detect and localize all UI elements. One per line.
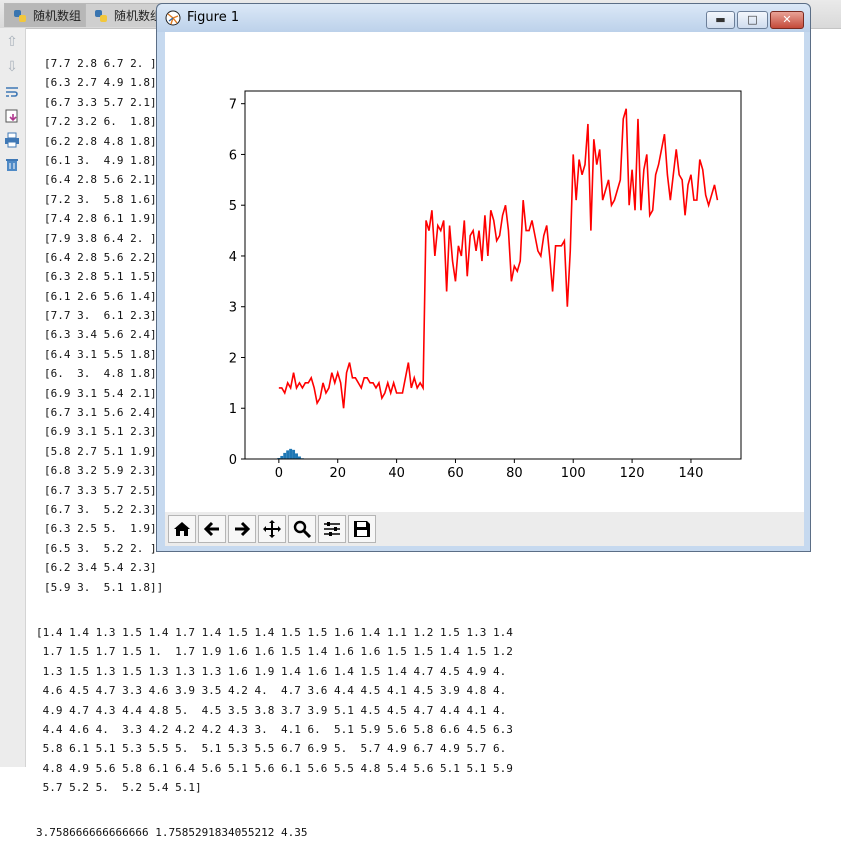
minimize-button[interactable]: ▬ (706, 11, 735, 29)
x-tick-label: 20 (329, 466, 346, 481)
forward-arrow-icon (233, 520, 251, 538)
y-tick-label: 6 (229, 148, 237, 163)
y-tick-label: 0 (229, 453, 237, 468)
pan-button[interactable] (258, 515, 286, 543)
axes-frame (245, 91, 741, 459)
console-line: [6.2 3.4 5.4 2.3] (44, 558, 836, 577)
stats-output: 3.758666666666666 1.7585291834055212 4.3… (36, 823, 836, 842)
console-line: 4.4 4.6 4. 3.3 4.2 4.2 4.2 4.3 3. 4.1 6.… (36, 720, 836, 739)
floppy-disk-icon (353, 520, 371, 538)
x-tick-label: 0 (275, 466, 283, 481)
histogram-bar (295, 453, 298, 459)
y-tick-label: 5 (229, 199, 237, 214)
magnifier-icon (293, 520, 311, 538)
console-line: 4.8 4.9 5.6 5.8 6.1 6.4 5.6 5.1 5.6 6.1 … (36, 759, 836, 778)
histogram-bar (292, 450, 295, 459)
trash-icon[interactable] (3, 156, 21, 174)
up-arrow-icon[interactable]: ⇧ (3, 33, 21, 51)
console-line: 5.7 5.2 5. 5.2 5.4 5.1] (36, 778, 836, 797)
back-button[interactable] (198, 515, 226, 543)
home-icon (173, 520, 191, 538)
histogram-bar (286, 450, 289, 459)
figure-title-bar[interactable]: Figure 1 ▬ □ ✕ (157, 4, 810, 32)
tab-random-array-1[interactable]: 随机数组 (4, 3, 90, 27)
histogram-bar (283, 453, 286, 459)
x-tick-label: 120 (620, 466, 645, 481)
console-line: [5.9 3. 5.1 1.8]] (44, 578, 836, 597)
line-chart: 0 20 40 60 80 100 120 140 0 1 2 3 4 5 6 7 (165, 32, 804, 512)
console-line: 4.6 4.5 4.7 3.3 4.6 3.9 3.5 4.2 4. 4.7 3… (36, 681, 836, 700)
x-tick-label: 80 (506, 466, 523, 481)
console-line: [1.4 1.4 1.3 1.5 1.4 1.7 1.4 1.5 1.4 1.5… (36, 623, 836, 642)
y-tick-label: 3 (229, 301, 237, 316)
histogram-bar (289, 449, 292, 459)
forward-button[interactable] (228, 515, 256, 543)
y-tick-label: 2 (229, 351, 237, 366)
x-tick-label: 140 (679, 466, 704, 481)
python-file-icon (94, 9, 108, 23)
pan-arrows-icon (263, 520, 281, 538)
x-tick-label: 100 (561, 466, 586, 481)
x-tick-label: 40 (388, 466, 405, 481)
console-toolbar: ⇧ ⇩ (0, 28, 26, 767)
array-output: [1.4 1.4 1.3 1.5 1.4 1.7 1.4 1.5 1.4 1.5… (36, 623, 836, 798)
soft-wrap-icon[interactable] (3, 84, 21, 102)
scroll-to-end-icon[interactable] (3, 108, 21, 126)
navigation-toolbar (165, 512, 804, 546)
console-line: 5.8 6.1 5.1 5.3 5.5 5. 5.1 5.3 5.5 6.7 6… (36, 739, 836, 758)
down-arrow-icon[interactable]: ⇩ (3, 58, 21, 76)
sliders-icon (323, 520, 341, 538)
y-tick-label: 1 (229, 402, 237, 417)
figure-window: Figure 1 ▬ □ ✕ 0 20 40 60 80 100 120 140 0 1 2 3 4 5 6… (156, 3, 811, 552)
figure-canvas[interactable]: 0 20 40 60 80 100 120 140 0 1 2 3 4 5 6 7 (165, 32, 804, 512)
python-file-icon (13, 9, 27, 23)
console-line: 1.3 1.5 1.3 1.5 1.3 1.3 1.3 1.6 1.9 1.4 … (36, 662, 836, 681)
y-tick-label: 7 (229, 98, 237, 113)
tab-label: 随机数组 (114, 9, 162, 23)
x-tick-label: 60 (447, 466, 464, 481)
console-line: 1.7 1.5 1.7 1.5 1. 1.7 1.9 1.6 1.6 1.5 1… (36, 642, 836, 661)
figure-title: Figure 1 (187, 10, 239, 25)
y-tick-label: 4 (229, 250, 237, 265)
series-line (279, 109, 718, 408)
save-button[interactable] (348, 515, 376, 543)
matplotlib-icon (165, 10, 181, 26)
console-line: 4.9 4.7 4.3 4.4 4.8 5. 4.5 3.5 3.8 3.7 3… (36, 701, 836, 720)
configure-subplots-button[interactable] (318, 515, 346, 543)
tab-label: 随机数组 (33, 9, 81, 23)
print-icon[interactable] (3, 132, 21, 150)
back-arrow-icon (203, 520, 221, 538)
maximize-button[interactable]: □ (737, 11, 768, 29)
close-button[interactable]: ✕ (770, 11, 804, 29)
zoom-button[interactable] (288, 515, 316, 543)
home-button[interactable] (168, 515, 196, 543)
